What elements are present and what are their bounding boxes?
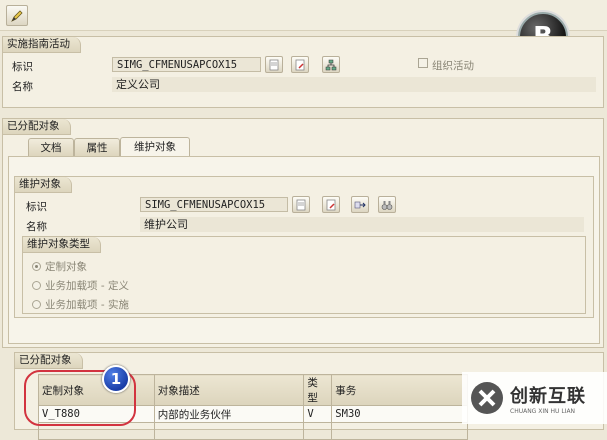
radio-badi-implementation-label: 业务加载项 - 实施 [45, 299, 129, 311]
maint-edit-button[interactable] [322, 196, 340, 213]
cell-type[interactable]: V [303, 405, 333, 423]
maint-type-title: 维护对象类型 [23, 237, 101, 253]
watermark-en: CHUANG XIN HU LIAN [510, 407, 576, 415]
binoculars-icon [381, 200, 393, 210]
cell-object-desc[interactable]: 内部的业务伙伴 [153, 405, 305, 423]
impl-id-field[interactable]: SIMG_CFMENUSAPCOX15 [112, 57, 261, 72]
maint-id-field[interactable]: SIMG_CFMENUSAPCOX15 [140, 197, 288, 212]
watermark-text: 创新互联 CHUANG XIN HU LIAN [510, 382, 586, 415]
navigate-arrows-icon [354, 201, 366, 208]
radio-badi-definition[interactable]: 业务加载项 - 定义 [32, 278, 129, 293]
watermark-logo: 创新互联 CHUANG XIN HU LIAN [462, 372, 607, 424]
empty-cell[interactable] [331, 422, 468, 440]
impl-display-button[interactable] [265, 56, 283, 73]
impl-activity-title: 实施指南活动 [3, 37, 81, 53]
tab-attributes[interactable]: 属性 [74, 138, 120, 156]
edit-toggle-button[interactable] [6, 5, 28, 26]
maint-id-label: 标识 [26, 201, 47, 213]
empty-cell[interactable] [303, 422, 333, 440]
document-pencil-icon [295, 59, 305, 70]
document-glasses-icon [296, 199, 306, 210]
col-header-object-desc[interactable]: 对象描述 [153, 374, 305, 406]
watermark-cn: 创新互联 [510, 385, 586, 407]
radio-dot [32, 300, 41, 309]
maint-navigate-button[interactable] [351, 196, 369, 213]
maint-object-title: 维护对象 [15, 177, 72, 193]
impl-name-label: 名称 [12, 81, 33, 93]
hierarchy-icon [325, 59, 337, 70]
impl-hierarchy-button[interactable] [322, 56, 340, 73]
watermark-x-icon [471, 382, 503, 414]
tab-documentation[interactable]: 文档 [28, 138, 74, 156]
maint-display-button[interactable] [292, 196, 310, 213]
assigned-objects-title: 已分配对象 [3, 119, 71, 135]
callout-badge-1: 1 [102, 365, 130, 393]
org-activity-label: 组织活动 [432, 60, 474, 72]
maint-name-label: 名称 [26, 221, 47, 233]
col-header-type[interactable]: 类型 [303, 374, 333, 406]
radio-custom-object[interactable]: 定制对象 [32, 259, 87, 274]
impl-name-value: 定义公司 [112, 77, 596, 92]
assigned-table-title: 已分配对象 [15, 353, 83, 369]
radio-badi-definition-label: 业务加载项 - 定义 [45, 280, 129, 292]
document-glasses-icon [269, 59, 279, 70]
document-pencil-icon [326, 199, 336, 210]
impl-id-label: 标识 [12, 61, 33, 73]
radio-badi-implementation[interactable]: 业务加载项 - 实施 [32, 297, 129, 312]
impl-edit-button[interactable] [291, 56, 309, 73]
radio-dot [32, 281, 41, 290]
org-activity-checkbox[interactable] [418, 58, 428, 68]
radio-dot-selected [32, 262, 41, 271]
maint-name-value: 维护公司 [140, 217, 584, 232]
radio-custom-object-label: 定制对象 [45, 261, 87, 273]
pencil-glasses-icon [11, 9, 23, 22]
tab-maintenance-objects[interactable]: 维护对象 [120, 137, 190, 157]
application-toolbar [0, 0, 607, 31]
col-header-transaction[interactable]: 事务 [331, 374, 468, 406]
empty-cell[interactable] [153, 422, 305, 440]
maint-binoculars-button[interactable] [378, 196, 396, 213]
cell-transaction[interactable]: SM30 [331, 405, 468, 423]
